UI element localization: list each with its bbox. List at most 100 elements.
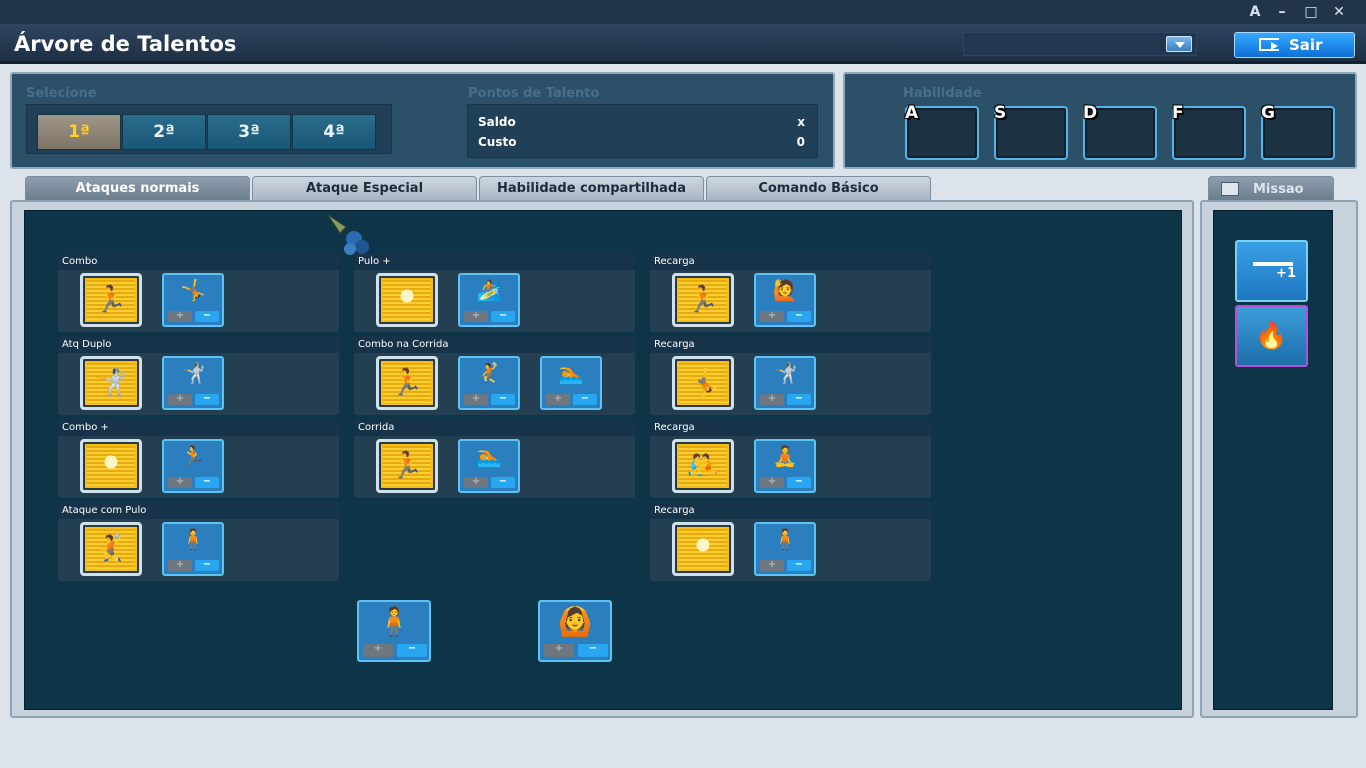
plus-button[interactable]: + (464, 311, 488, 322)
jump-strike-icon: 🧍 (180, 527, 206, 551)
minus-button[interactable]: − (491, 394, 515, 405)
talent-slot[interactable]: 🧍 + − (162, 522, 224, 576)
row-label: Pulo + (354, 253, 635, 270)
burst-pattern-icon[interactable] (672, 522, 734, 576)
tab-basic-command[interactable]: Comando Básico (706, 176, 931, 200)
chevron-down-icon[interactable] (1166, 36, 1192, 52)
plus-button[interactable]: + (363, 644, 393, 657)
plus-button[interactable]: + (760, 311, 784, 322)
minus-button[interactable]: − (195, 311, 219, 322)
maximize-button[interactable]: □ (1300, 3, 1322, 21)
skill-slot-f[interactable]: F (1172, 103, 1246, 160)
skill-label: Habilidade (903, 86, 982, 101)
slash-icon: 🏃 (180, 444, 206, 468)
plus-button[interactable]: + (168, 560, 192, 571)
font-size-button[interactable]: A (1244, 3, 1266, 21)
minus-button[interactable]: − (195, 477, 219, 488)
server-dropdown[interactable] (963, 32, 1197, 56)
plus-button[interactable]: + (760, 560, 784, 571)
minus-button[interactable]: − (573, 394, 597, 405)
minus-button[interactable]: − (787, 311, 811, 322)
talent-slot[interactable]: 🏃 + − (162, 439, 224, 493)
row-label: Ataque com Pulo (58, 502, 339, 519)
fighter-icon[interactable]: 🤼 (672, 439, 734, 493)
fighter-icon[interactable]: 🏃 (80, 273, 142, 327)
plus-button[interactable]: + (464, 394, 488, 405)
dash-icon: 🤾 (476, 361, 502, 385)
mission-item-fighter[interactable]: 🔥 (1235, 305, 1308, 367)
minus-button[interactable]: − (491, 477, 515, 488)
talent-slot[interactable]: 🤸 + − (162, 273, 224, 327)
power-burst-icon: 🙆 (557, 605, 593, 638)
skill-slot-a[interactable]: A (905, 103, 979, 160)
plus-button[interactable]: + (168, 311, 192, 322)
silhouette-icon: 🏃 (390, 451, 424, 481)
mission-item-plus-one[interactable]: +1 (1235, 240, 1308, 302)
minus-button[interactable]: − (195, 394, 219, 405)
ultimate-slot-2[interactable]: 🙆 + − (538, 600, 612, 662)
burst-pattern-icon[interactable] (80, 439, 142, 493)
skill-key-g: G (1261, 103, 1275, 123)
tab-seq-1[interactable]: 1ª (37, 114, 121, 150)
burst-pattern-icon[interactable] (376, 273, 438, 327)
ultimate-slot-1[interactable]: 🧍 + − (357, 600, 431, 662)
exit-button[interactable]: Sair (1234, 32, 1355, 58)
plus-button[interactable]: + (544, 644, 574, 657)
silhouette-icon: 🏃 (686, 285, 720, 315)
minimize-button[interactable]: – (1271, 3, 1293, 21)
talent-row-run-combo: Combo na Corrida 🏃 🤾 + − 🏊 + − (354, 336, 635, 415)
plus-button[interactable]: + (760, 477, 784, 488)
minus-button[interactable]: − (397, 644, 427, 657)
fighter-icon[interactable]: 🤾 (80, 522, 142, 576)
talent-slot[interactable]: 🤺 + − (162, 356, 224, 410)
skill-key-a: A (905, 103, 919, 123)
cost-label: Custo (478, 135, 517, 149)
minus-button[interactable]: − (787, 394, 811, 405)
plus-button[interactable]: + (760, 394, 784, 405)
talent-row-combo: Combo 🏃 🤸 + − (58, 253, 339, 332)
minus-button[interactable]: − (787, 477, 811, 488)
minus-button[interactable]: − (491, 311, 515, 322)
plus-button[interactable]: + (168, 477, 192, 488)
mission-label: Missao (1253, 182, 1304, 197)
tab-mission[interactable]: Missao (1208, 176, 1334, 200)
skill-slot-d[interactable]: D (1083, 103, 1157, 160)
fighter-icon[interactable]: 🏃 (376, 439, 438, 493)
silhouette-icon: 🤾 (94, 534, 128, 564)
minus-button[interactable]: − (578, 644, 608, 657)
plus-button[interactable]: + (168, 394, 192, 405)
silhouette-icon: 🤼 (686, 451, 720, 481)
tab-shared-skill[interactable]: Habilidade compartilhada (479, 176, 704, 200)
minus-button[interactable]: − (787, 560, 811, 571)
talent-slot[interactable]: 🤾 + − (458, 356, 520, 410)
fighter-icon[interactable]: 🤸 (672, 356, 734, 410)
talent-row-recharge-3: Recarga 🤼 🧘 + − (650, 419, 931, 498)
tab-special-attack[interactable]: Ataque Especial (252, 176, 477, 200)
plus-button[interactable]: + (464, 477, 488, 488)
skill-slot-g[interactable]: G (1261, 103, 1335, 160)
minus-button[interactable]: − (195, 560, 219, 571)
tab-normal-attacks[interactable]: Ataques normais (25, 176, 250, 200)
fighter-icon[interactable]: 🏃 (672, 273, 734, 327)
fighter-icon[interactable]: 🏃 (376, 356, 438, 410)
points-box: Saldo x Custo 0 (467, 104, 818, 158)
fighter-icon[interactable]: 🤺 (80, 356, 142, 410)
skill-slot-s[interactable]: S (994, 103, 1068, 160)
talent-slot[interactable]: 🧍 + − (754, 522, 816, 576)
close-button[interactable]: ✕ (1328, 3, 1350, 21)
tab-seq-2[interactable]: 2ª (122, 114, 206, 150)
silhouette-icon: 🤺 (94, 368, 128, 398)
talent-slot[interactable]: 🤺 + − (754, 356, 816, 410)
kick-icon: 🤸 (180, 278, 206, 302)
row-label: Recarga (650, 502, 931, 519)
talent-slot[interactable]: 🏄 + − (458, 273, 520, 327)
silhouette-icon: 🤸 (686, 368, 720, 398)
tab-seq-4[interactable]: 4ª (292, 114, 376, 150)
tab-seq-3[interactable]: 3ª (207, 114, 291, 150)
sequence-tabs: 1ª 2ª 3ª 4ª (26, 104, 392, 154)
talent-slot[interactable]: 🙋 + − (754, 273, 816, 327)
talent-slot[interactable]: 🏊 + − (458, 439, 520, 493)
talent-slot[interactable]: 🧘 + − (754, 439, 816, 493)
talent-slot[interactable]: 🏊 + − (540, 356, 602, 410)
plus-button[interactable]: + (546, 394, 570, 405)
